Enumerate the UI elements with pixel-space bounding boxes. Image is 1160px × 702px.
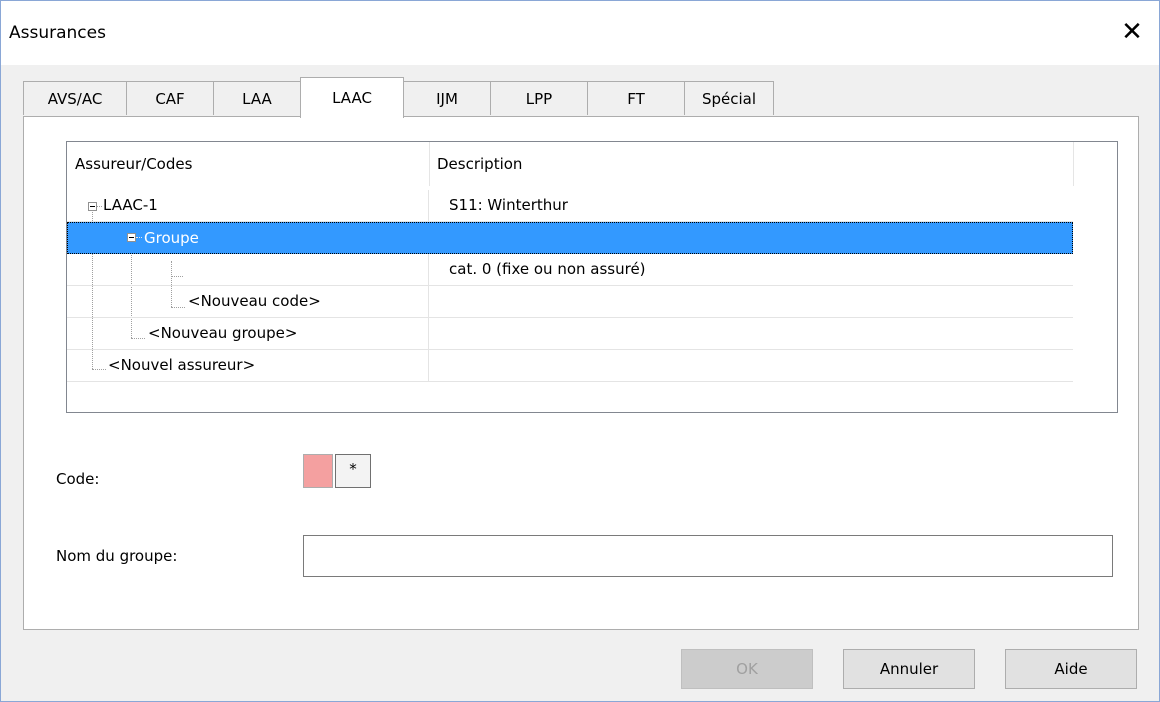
ok-button[interactable]: OK <box>681 649 813 689</box>
dialog-window: Assurances ✕ AVS/AC CAF LAA LAAC IJM LPP… <box>0 0 1160 702</box>
column-divider[interactable] <box>1073 142 1074 186</box>
cell-description <box>430 223 450 254</box>
cell-description <box>429 350 449 381</box>
group-name-label: Nom du groupe: <box>56 547 178 565</box>
cell-code: <Nouveau code> <box>67 286 429 317</box>
cell-description: cat. 0 (fixe ou non assuré) <box>449 260 646 278</box>
cell-code: Groupe <box>68 223 430 254</box>
tree-row-new-group[interactable]: <Nouveau groupe> <box>67 318 1073 350</box>
tab-ijm[interactable]: IJM <box>403 81 491 115</box>
window-title: Assurances <box>9 23 106 43</box>
code-color-swatch[interactable] <box>303 454 333 488</box>
insurer-tree-grid[interactable]: Assureur/Codes Description LAAC-1 S11: W… <box>66 141 1118 413</box>
tab-lpp[interactable]: LPP <box>490 81 588 115</box>
tree-row-new-insurer[interactable]: <Nouvel assureur> <box>67 350 1073 382</box>
tab-ft[interactable]: FT <box>587 81 685 115</box>
code-label: Code: <box>56 470 100 488</box>
grid-header: Assureur/Codes Description <box>67 142 1074 186</box>
cell-code: <Nouveau groupe> <box>67 318 429 349</box>
cell-code <box>67 254 429 285</box>
cell-description: S11: Winterthur <box>449 196 568 214</box>
cancel-button[interactable]: Annuler <box>843 649 975 689</box>
tree-line <box>97 206 102 207</box>
collapse-icon[interactable] <box>127 233 136 242</box>
help-button[interactable]: Aide <box>1005 649 1137 689</box>
tab-panel-laac: Assureur/Codes Description LAAC-1 S11: W… <box>23 116 1139 630</box>
close-icon[interactable]: ✕ <box>1117 17 1147 47</box>
tab-special[interactable]: Spécial <box>684 81 774 115</box>
tree-node-label: <Nouveau code> <box>188 292 321 310</box>
group-name-input[interactable] <box>303 535 1113 577</box>
tree-node-label: LAAC-1 <box>103 196 158 214</box>
tab-avs-ac[interactable]: AVS/AC <box>23 81 127 115</box>
column-header-description[interactable]: Description <box>429 142 1073 186</box>
tree-row-group[interactable]: Groupe <box>67 222 1073 254</box>
tree-row-code[interactable]: cat. 0 (fixe ou non assuré) <box>67 254 1073 286</box>
cell-code: <Nouvel assureur> <box>67 350 429 381</box>
tree-node-label: <Nouveau groupe> <box>148 324 298 342</box>
tree-node-label: Groupe <box>144 229 199 247</box>
tab-laac[interactable]: LAAC <box>300 77 404 118</box>
cell-code: LAAC-1 <box>67 190 429 221</box>
collapse-icon[interactable] <box>88 202 97 211</box>
cell-description <box>429 318 449 349</box>
tree-row-new-code[interactable]: <Nouveau code> <box>67 286 1073 318</box>
tree-row-insurer[interactable]: LAAC-1 S11: Winterthur <box>67 190 1073 222</box>
tab-caf[interactable]: CAF <box>126 81 214 115</box>
cell-description <box>429 286 449 317</box>
title-bar: Assurances ✕ <box>1 1 1159 65</box>
column-header-assureur[interactable]: Assureur/Codes <box>67 142 429 186</box>
code-wildcard-button[interactable]: * <box>335 454 371 488</box>
tab-laa[interactable]: LAA <box>213 81 301 115</box>
tree-node-label: <Nouvel assureur> <box>108 356 256 374</box>
